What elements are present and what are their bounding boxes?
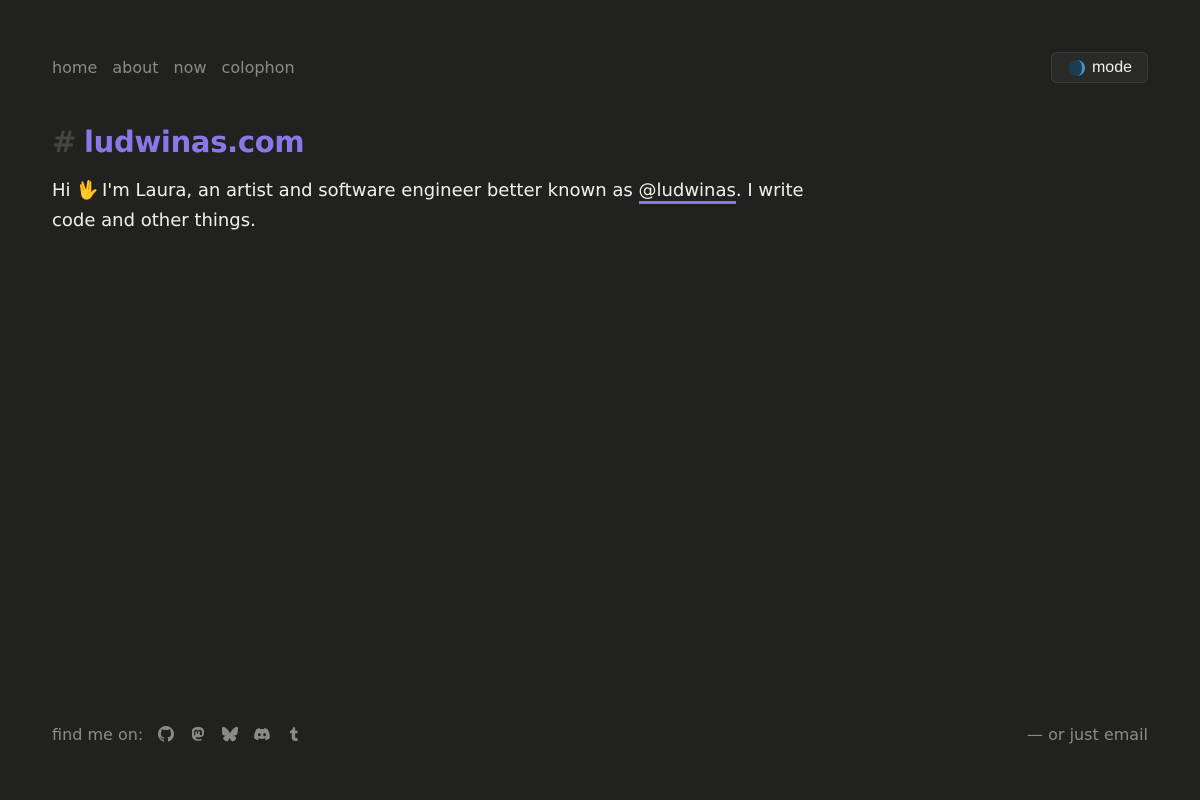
- main-content: # ludwinas.com Hi 🖖 I'm Laura, an artist …: [52, 122, 832, 236]
- bluesky-icon: [222, 726, 239, 742]
- github-link[interactable]: [157, 725, 175, 743]
- tumblr-icon: [290, 727, 298, 741]
- github-icon: [158, 726, 175, 742]
- nav-colophon-link[interactable]: colophon: [222, 58, 295, 77]
- tumblr-link[interactable]: [285, 725, 303, 743]
- page: home about now colophon mode # ludwinas.c…: [0, 0, 1200, 800]
- half-moon-icon: [1068, 59, 1086, 77]
- site-name: ludwinas.com: [84, 125, 305, 159]
- find-me-label: find me on:: [52, 724, 144, 744]
- social-links: [157, 725, 303, 743]
- email-link[interactable]: — or just email: [1027, 725, 1148, 744]
- find-me-section: find me on:: [52, 725, 303, 744]
- mastodon-link[interactable]: [189, 725, 207, 743]
- mastodon-icon: [192, 727, 205, 741]
- handle-link[interactable]: @ludwinas: [638, 180, 736, 204]
- footer: find me on: — or just email: [52, 720, 1148, 748]
- intro-text: I'm Laura, an artist and software engine…: [96, 180, 639, 201]
- page-title: # ludwinas.com: [52, 122, 832, 162]
- top-bar: home about now colophon mode: [52, 52, 1148, 83]
- bluesky-link[interactable]: [221, 725, 239, 743]
- discord-icon: [254, 728, 271, 741]
- mode-toggle-button[interactable]: mode: [1050, 52, 1148, 83]
- heading-hash: #: [52, 125, 76, 159]
- nav-now-link[interactable]: now: [174, 58, 207, 77]
- main-nav: home about now colophon: [52, 58, 295, 77]
- intro-paragraph: Hi 🖖 I'm Laura, an artist and software e…: [52, 176, 832, 236]
- discord-link[interactable]: [253, 725, 271, 743]
- mode-button-label: mode: [1091, 58, 1132, 76]
- nav-home-link[interactable]: home: [52, 58, 97, 77]
- nav-about-link[interactable]: about: [112, 58, 158, 77]
- intro-greeting: Hi: [52, 180, 71, 201]
- vulcan-salute-emoji: 🖖: [76, 180, 99, 201]
